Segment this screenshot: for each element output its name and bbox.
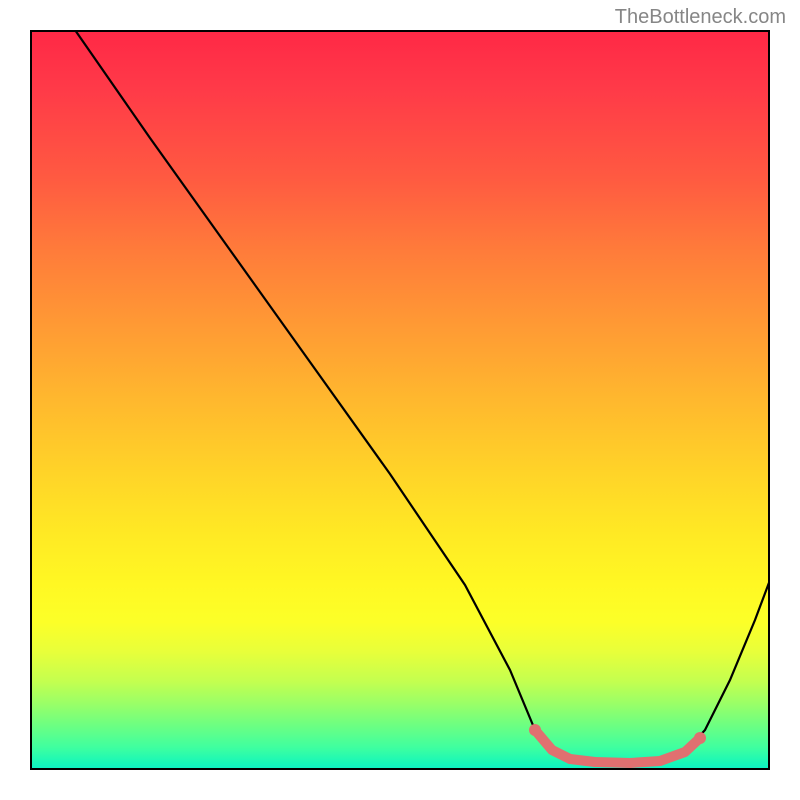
optimal-zone-dot	[655, 756, 665, 766]
bottleneck-curve-line	[75, 30, 770, 763]
optimal-zone-dot	[590, 757, 600, 767]
chart-plot-area	[30, 30, 770, 770]
optimal-zone-start-dot	[529, 724, 541, 736]
optimal-zone-dot	[625, 758, 635, 768]
watermark-text: TheBottleneck.com	[615, 6, 786, 29]
optimal-zone-marker	[535, 730, 700, 763]
optimal-zone-dot	[565, 754, 575, 764]
chart-curve-layer	[30, 30, 770, 770]
optimal-zone-end-dot	[694, 732, 706, 744]
